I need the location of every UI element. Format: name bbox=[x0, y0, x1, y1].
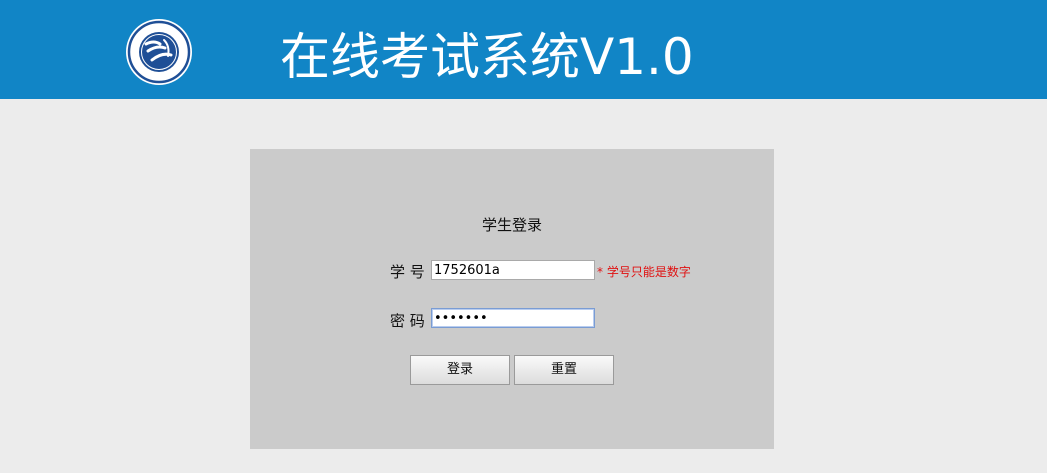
login-button[interactable]: 登录 bbox=[410, 355, 510, 385]
password-label: 密 码 bbox=[390, 312, 425, 330]
reset-button[interactable]: 重置 bbox=[514, 355, 614, 385]
password-input[interactable] bbox=[431, 308, 595, 328]
login-panel: 学生登录 学 号 * 学号只能是数字 密 码 登录 重置 bbox=[250, 149, 774, 449]
student-id-input[interactable] bbox=[431, 260, 595, 280]
login-title: 学生登录 bbox=[481, 216, 542, 234]
student-id-hint: * 学号只能是数字 bbox=[597, 265, 691, 279]
university-seal-icon bbox=[126, 19, 192, 85]
app-title: 在线考试系统V1.0 bbox=[280, 28, 694, 86]
app-header: 在线考试系统V1.0 bbox=[0, 0, 1047, 99]
university-logo bbox=[124, 18, 196, 86]
student-id-label: 学 号 bbox=[390, 263, 425, 281]
